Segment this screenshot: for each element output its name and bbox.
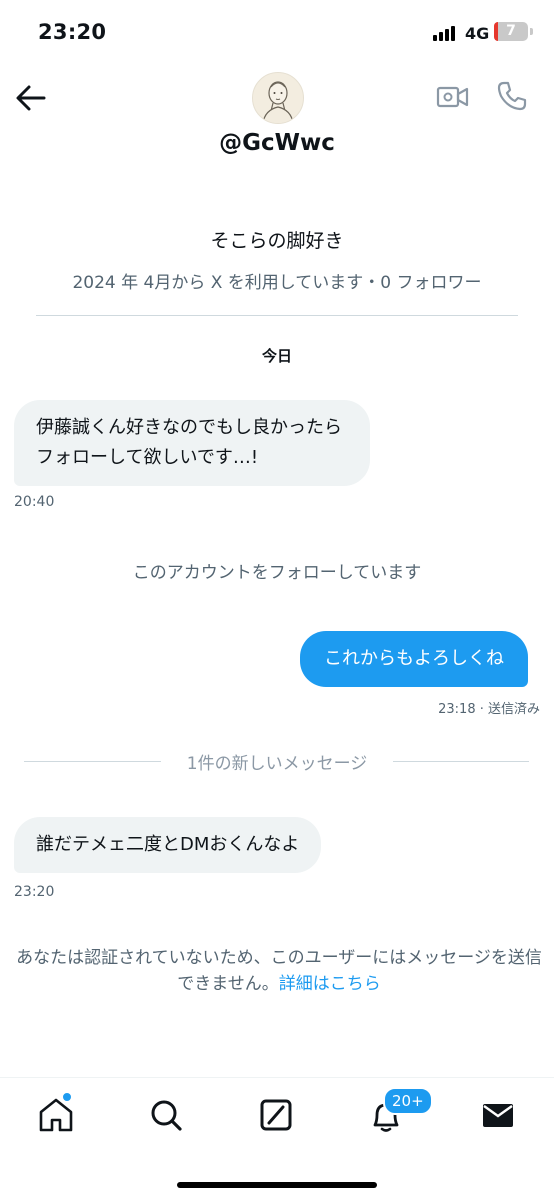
message-text: これからもよろしくね (324, 648, 504, 669)
battery-icon: 7 (494, 22, 528, 41)
grok-icon[interactable] (256, 1095, 296, 1135)
divider (393, 761, 529, 762)
profile-name[interactable]: そこらの脚好き (0, 226, 554, 253)
follow-status-note: このアカウントをフォローしています (132, 563, 422, 583)
message-timestamp: 23:18 · 送信済み (438, 702, 540, 717)
home-unread-dot (61, 1091, 73, 1103)
divider (24, 761, 161, 762)
date-label: 今日 (261, 347, 292, 365)
message-text: 伊藤誠くん好きなのでもし良かったらフォローして欲しいです…! (36, 417, 342, 468)
notifications-badge: 20+ (383, 1087, 433, 1115)
video-call-icon[interactable] (436, 82, 470, 112)
tabbar-divider (0, 1077, 554, 1078)
home-indicator (177, 1182, 377, 1188)
search-icon[interactable] (146, 1095, 186, 1135)
phone-icon[interactable] (496, 80, 528, 112)
battery-nub (530, 28, 533, 35)
back-arrow-icon[interactable] (14, 83, 48, 113)
mail-icon[interactable] (478, 1095, 518, 1135)
divider (36, 315, 518, 316)
conversation-handle[interactable]: @GcWwc (0, 130, 554, 156)
message-timestamp: 23:20 (14, 884, 55, 900)
profile-meta: 2024 年 4月から X を利用しています・0 フォロワー (72, 273, 482, 293)
message-text: 誰だテメェ二度とDMおくんなよ (36, 834, 300, 855)
message-timestamp: 20:40 (14, 494, 55, 510)
status-time: 23:20 (38, 20, 107, 44)
outgoing-message[interactable]: これからもよろしくね (300, 631, 528, 687)
signal-icon (433, 25, 457, 41)
incoming-message[interactable]: 伊藤誠くん好きなのでもし良かったらフォローして欲しいです…! (14, 400, 370, 486)
battery-level: 7 (506, 23, 516, 39)
learn-more-link[interactable]: 詳細はこちら (279, 974, 381, 994)
incoming-message[interactable]: 誰だテメェ二度とDMおくんなよ (14, 817, 322, 873)
messaging-restriction-notice: あなたは認証されていないため、このユーザーにはメッセージを送信できません。詳細は… (14, 945, 544, 997)
network-label: 4G (465, 24, 490, 43)
new-messages-label: 1件の新しいメッセージ (186, 754, 368, 774)
avatar[interactable] (252, 72, 304, 124)
